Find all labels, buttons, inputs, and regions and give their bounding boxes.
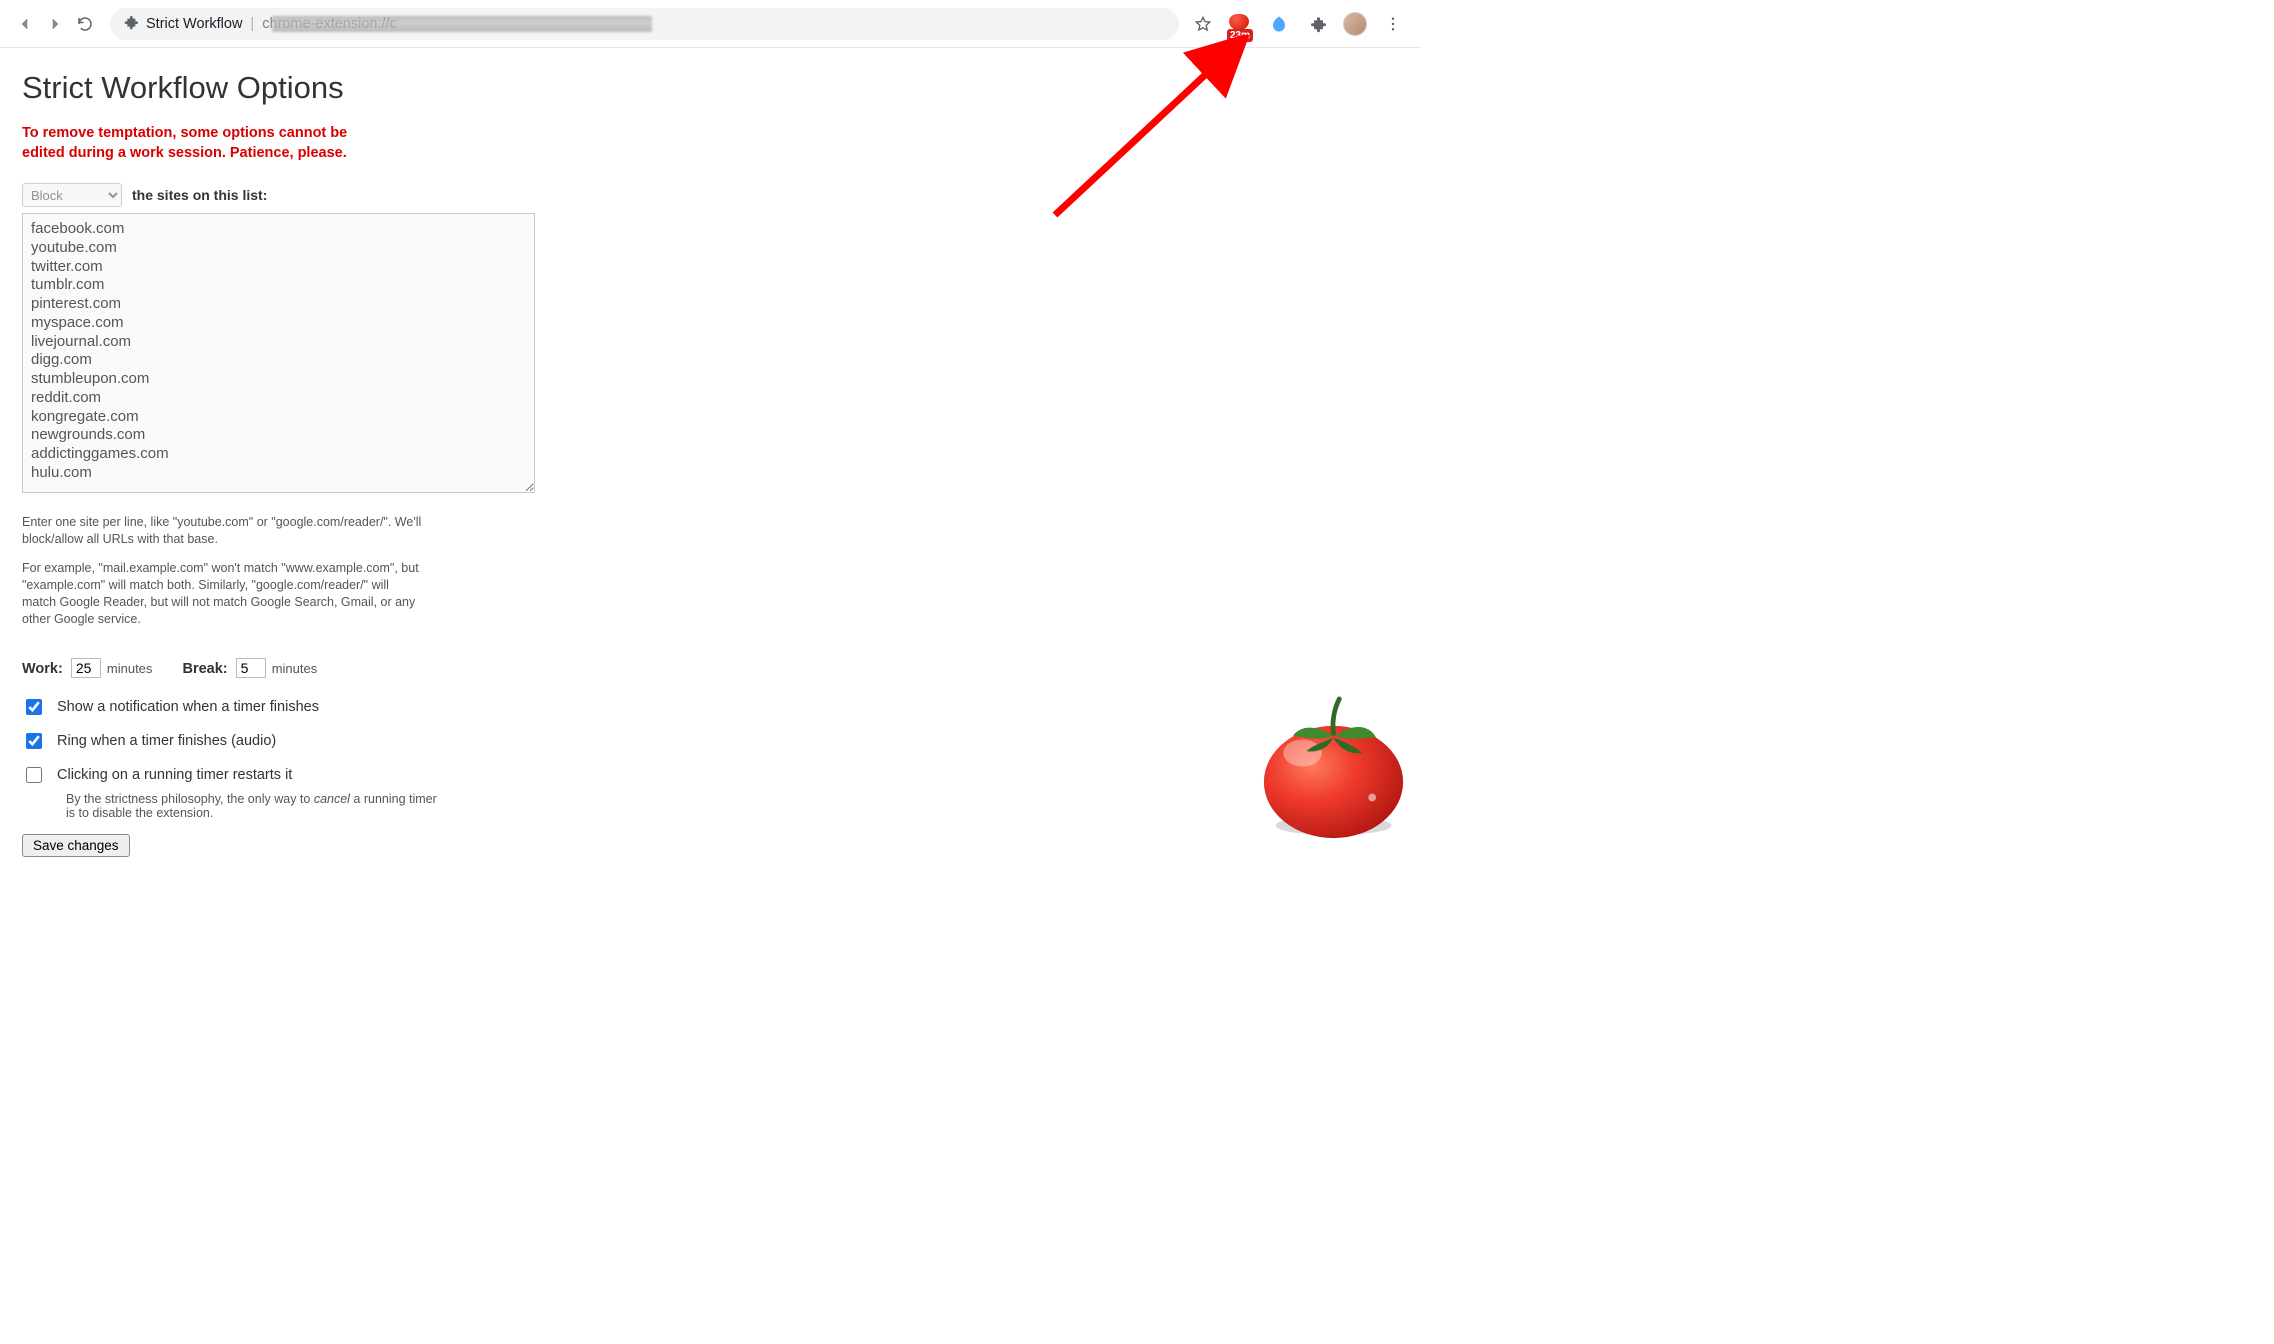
browser-menu-icon[interactable] (1379, 10, 1407, 38)
ring-label: Ring when a timer finishes (audio) (57, 733, 276, 749)
omnibox-separator: | (250, 16, 254, 32)
site-mode-label: the sites on this list: (132, 187, 267, 203)
restart-label: Clicking on a running timer restarts it (57, 767, 292, 783)
url-redaction (272, 16, 652, 32)
help-paragraph-1: Enter one site per line, like "youtube.c… (22, 514, 422, 548)
work-label: Work: (22, 661, 63, 677)
bookmark-star-icon[interactable] (1189, 10, 1217, 38)
sites-list-textarea[interactable] (22, 213, 535, 493)
site-mode-select[interactable]: Block (22, 183, 122, 207)
restart-checkbox[interactable] (26, 767, 42, 783)
break-label: Break: (182, 661, 227, 677)
options-page: Strict Workflow Options To remove tempta… (0, 48, 1421, 869)
browser-toolbar: Strict Workflow | chrome-extension://c 2… (0, 0, 1421, 48)
strict-workflow-extension-icon[interactable]: 23m (1227, 10, 1255, 38)
nav-reload-button[interactable] (70, 9, 100, 39)
session-locked-note: To remove temptation, some options canno… (22, 124, 392, 163)
notify-label: Show a notification when a timer finishe… (57, 699, 319, 715)
save-button[interactable]: Save changes (22, 834, 130, 857)
omnibox-url: chrome-extension://c (262, 16, 397, 32)
secondary-extension-icon[interactable] (1265, 10, 1293, 38)
profile-avatar[interactable] (1341, 10, 1369, 38)
address-bar[interactable]: Strict Workflow | chrome-extension://c (110, 8, 1179, 40)
work-minutes-input[interactable] (71, 658, 101, 678)
tomato-illustration (1256, 695, 1411, 840)
ring-checkbox[interactable] (26, 733, 42, 749)
restart-subnote: By the strictness philosophy, the only w… (66, 792, 446, 820)
break-minutes-input[interactable] (236, 658, 266, 678)
page-title: Strict Workflow Options (22, 70, 1399, 106)
help-paragraph-2: For example, "mail.example.com" won't ma… (22, 560, 422, 628)
timer-badge: 23m (1227, 29, 1253, 42)
omnibox-title: Strict Workflow (146, 16, 242, 32)
extensions-menu-icon[interactable] (1303, 10, 1331, 38)
extension-icon (122, 14, 138, 34)
work-minutes-label: minutes (107, 661, 153, 676)
nav-forward-button[interactable] (40, 9, 70, 39)
nav-back-button[interactable] (10, 9, 40, 39)
break-minutes-label: minutes (272, 661, 318, 676)
notify-checkbox[interactable] (26, 699, 42, 715)
